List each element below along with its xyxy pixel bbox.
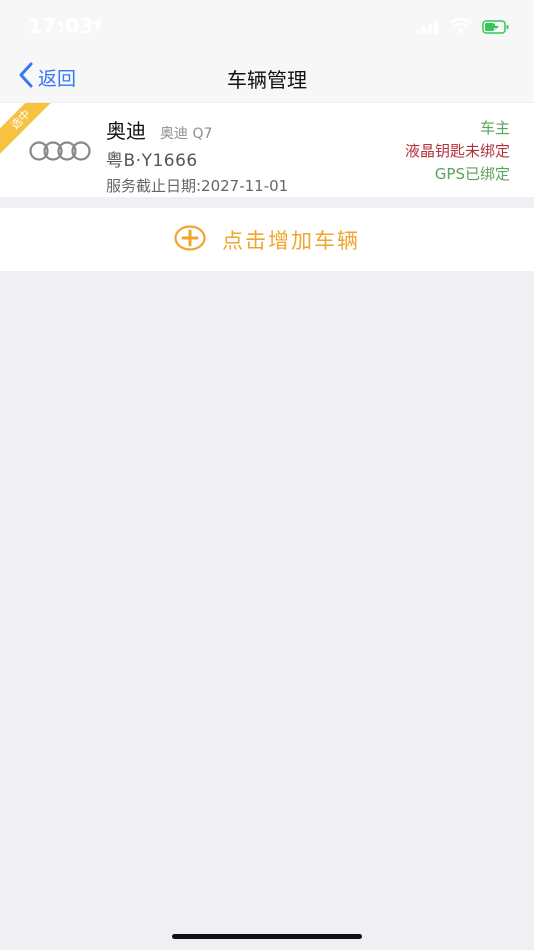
wifi-icon [450, 17, 472, 38]
nav-bar: 返回 车辆管理 [0, 52, 534, 102]
page-title: 车辆管理 [227, 68, 307, 92]
vehicle-status: 车主 液晶钥匙未绑定 GPS已绑定 [405, 117, 510, 186]
status-bar: 17:03 [0, 0, 534, 52]
vehicle-brand: 奥迪 [106, 119, 146, 143]
add-vehicle-button[interactable]: 点击增加车辆 [0, 208, 534, 271]
license-plate: 粤B·Y1666 [106, 151, 198, 171]
vehicle-card[interactable]: 选中 奥迪 奥迪 Q7 粤B·Y1666 服务截止日期:2027-11-01 车… [0, 103, 534, 197]
add-vehicle-label: 点击增加车辆 [222, 228, 360, 253]
owner-role: 车主 [479, 119, 510, 137]
gps-status: GPS已绑定 [434, 165, 510, 183]
signal-icon [416, 19, 440, 38]
service-expiry: 服务截止日期:2027-11-01 [106, 177, 289, 195]
home-indicator [172, 934, 362, 939]
audi-rings-icon [28, 140, 92, 166]
plus-circle-icon [174, 224, 206, 255]
status-time: 17:03 [28, 14, 95, 38]
battery-icon [482, 19, 510, 38]
vehicle-model: 奥迪 Q7 [160, 126, 213, 142]
lcd-key-status: 液晶钥匙未绑定 [404, 142, 510, 160]
location-arrow-icon [88, 17, 104, 37]
vehicle-info: 奥迪 奥迪 Q7 粤B·Y1666 服务截止日期:2027-11-01 [106, 115, 288, 196]
